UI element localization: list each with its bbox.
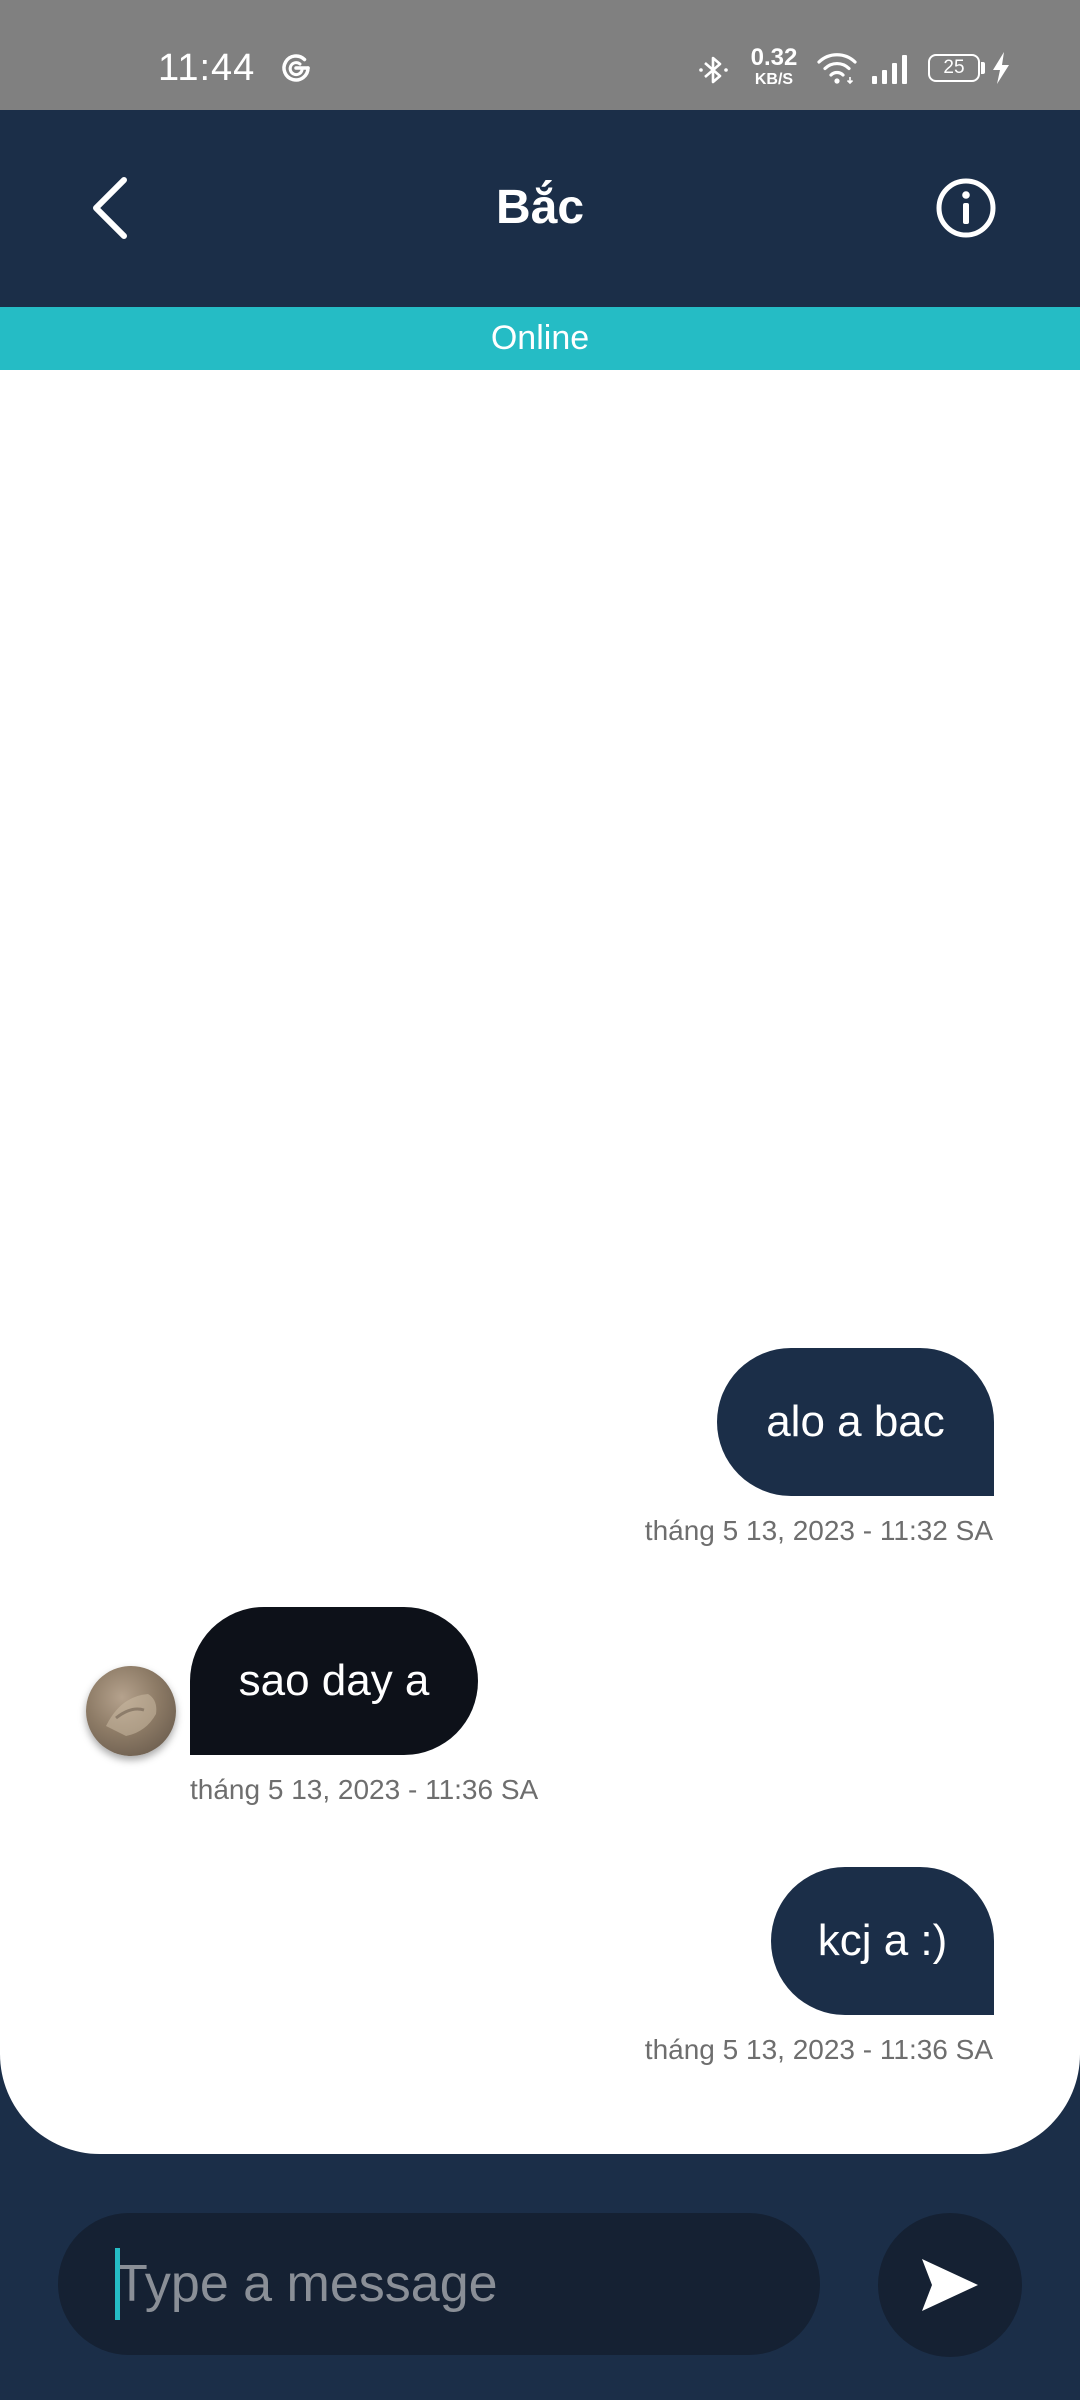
message-timestamp: tháng 5 13, 2023 - 11:36 SA xyxy=(644,2034,993,2065)
wifi-icon xyxy=(817,53,857,85)
sent-message-bubble[interactable]: kcj a :) xyxy=(771,1867,994,2015)
battery-level: 25 xyxy=(943,57,965,78)
system-status-bar: 11:44 0.32 KB/S 25 xyxy=(0,0,1080,110)
contact-avatar[interactable] xyxy=(86,1666,176,1756)
info-button[interactable] xyxy=(934,176,998,240)
chevron-left-icon xyxy=(93,177,127,239)
message-input[interactable] xyxy=(116,2213,796,2355)
received-message-bubble[interactable]: sao day a xyxy=(190,1607,478,1755)
message-timestamp: tháng 5 13, 2023 - 11:32 SA xyxy=(644,1515,993,1546)
contact-name-title: Bắc xyxy=(495,181,585,234)
network-speed: 0.32 KB/S xyxy=(748,46,800,88)
message-composer xyxy=(58,2213,820,2355)
info-circle-icon xyxy=(936,178,996,238)
send-icon xyxy=(922,2259,978,2311)
back-button[interactable] xyxy=(80,168,144,248)
presence-status-banner: Online xyxy=(0,307,1080,370)
message-list[interactable]: alo a bac tháng 5 13, 2023 - 11:32 SA sa… xyxy=(0,370,1080,2154)
g-notification-icon xyxy=(282,54,310,82)
message-timestamp: tháng 5 13, 2023 - 11:36 SA xyxy=(190,1774,539,1805)
network-speed-value: 0.32 xyxy=(750,44,798,71)
cellular-signal-icon xyxy=(872,55,907,84)
network-speed-unit: KB/S xyxy=(754,71,794,88)
battery-icon: 25 xyxy=(928,54,980,82)
avatar-image xyxy=(106,1694,157,1736)
charging-bolt-icon xyxy=(993,52,1009,84)
text-cursor xyxy=(115,2248,120,2320)
chat-header: Bắc xyxy=(0,110,1080,307)
send-button[interactable] xyxy=(878,2213,1022,2357)
status-time: 11:44 xyxy=(158,47,256,89)
sent-message-bubble[interactable]: alo a bac xyxy=(717,1348,994,1496)
battery-tip xyxy=(981,62,985,74)
bluetooth-icon xyxy=(699,56,728,84)
